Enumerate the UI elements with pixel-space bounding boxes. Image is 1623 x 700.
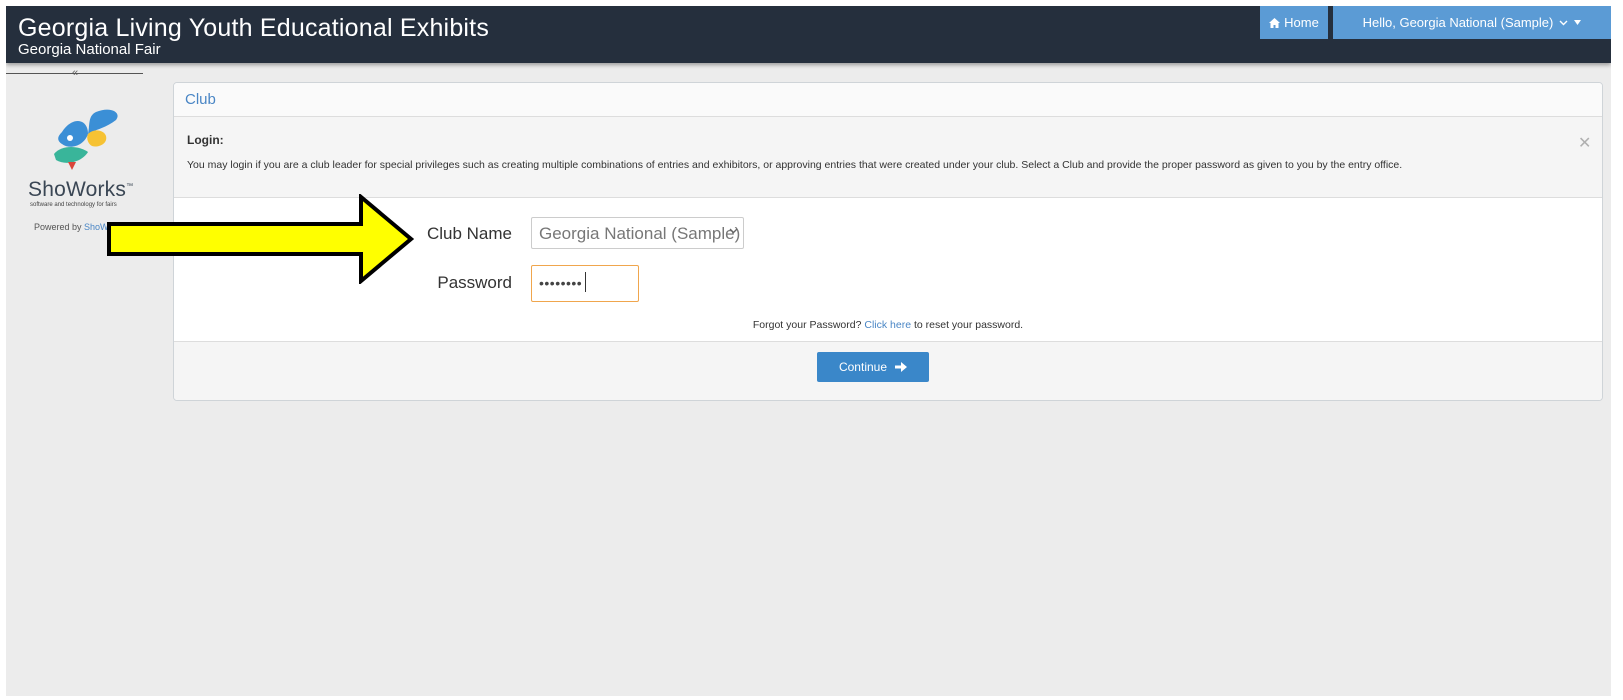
chevron-down-icon [729, 228, 738, 234]
annotation-arrow [107, 194, 414, 284]
app-subtitle: Georgia National Fair [18, 41, 161, 58]
sidebar-divider [6, 73, 143, 74]
showorks-logo-icon [54, 109, 118, 170]
caret-down-icon [1574, 20, 1582, 25]
home-icon [1269, 17, 1281, 28]
chevron-down-icon [1559, 20, 1568, 25]
continue-label: Continue [838, 360, 888, 374]
notice-title: Login: [187, 133, 224, 147]
user-greeting: Hello, Georgia National (Sample) [1362, 15, 1554, 30]
close-icon[interactable]: ✕ [1578, 133, 1591, 153]
brand-tagline: software and technology for fairs [30, 202, 117, 208]
reset-password-link[interactable]: Click here [864, 319, 911, 331]
panel-header: Club [174, 83, 1602, 117]
panel-footer: Continue [174, 341, 1602, 400]
arrow-right-icon [895, 362, 908, 372]
club-name-select[interactable]: Georgia National (Sample) [531, 217, 744, 249]
home-label: Home [1284, 15, 1319, 30]
app-frame: Georgia Living Youth Educational Exhibit… [6, 6, 1611, 696]
top-bar: Georgia Living Youth Educational Exhibit… [6, 6, 1611, 63]
continue-button[interactable]: Continue [817, 352, 929, 382]
login-notice: Login: You may login if you are a club l… [174, 117, 1602, 198]
forgot-password-line: Forgot your Password? Click here to rese… [752, 319, 1024, 331]
app-title: Georgia Living Youth Educational Exhibit… [18, 14, 490, 42]
panel-title: Club [185, 91, 216, 108]
notice-text: You may login if you are a club leader f… [187, 159, 1403, 171]
user-menu-button[interactable]: Hello, Georgia National (Sample) [1333, 6, 1611, 39]
home-button[interactable]: Home [1260, 6, 1328, 39]
text-caret [585, 272, 586, 292]
